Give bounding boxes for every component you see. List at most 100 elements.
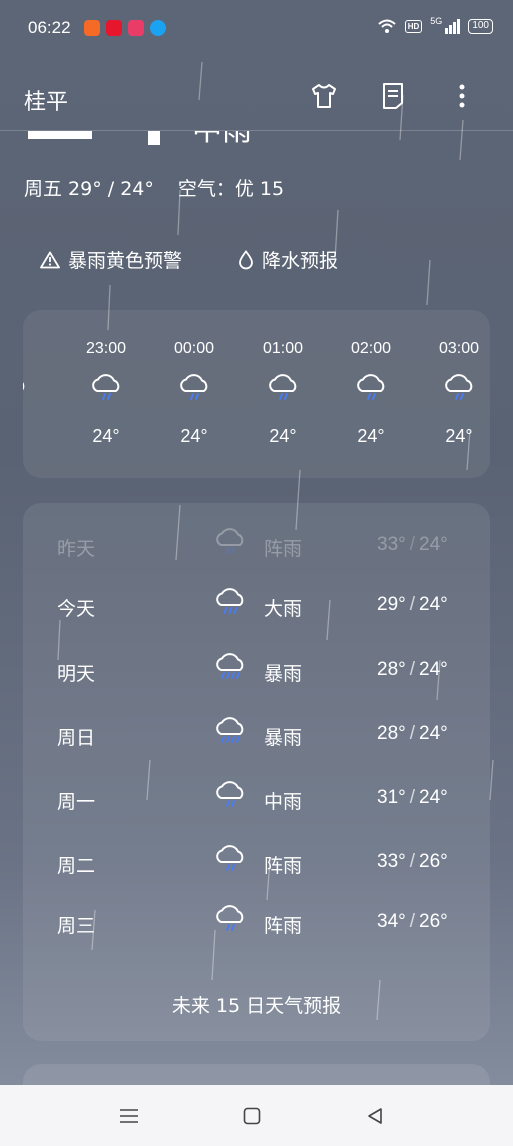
- signal-icon: [445, 19, 461, 34]
- daily-temp-range: 28°/24°: [377, 723, 448, 745]
- daily-row[interactable]: 周一 中雨 31°/24°: [23, 779, 490, 819]
- daily-row[interactable]: 明天 暴雨 28°/24°: [23, 651, 490, 691]
- daily-low: 24°: [419, 534, 448, 555]
- cloud-storm-rain-icon: [216, 717, 244, 743]
- storm-alert-label: 暴雨黄色预警: [68, 250, 183, 272]
- hd-badge: HD: [404, 19, 423, 33]
- home-nav-icon[interactable]: [237, 1101, 267, 1131]
- hourly-item[interactable]: 00:00 24°: [154, 340, 234, 447]
- daily-row[interactable]: 周二 阵雨 33°/26°: [23, 843, 490, 883]
- cloud-rain-icon: [216, 528, 244, 554]
- cloud-rain-icon: [216, 905, 244, 931]
- battery-indicator: 100: [468, 18, 493, 34]
- hourly-icon-wrap: [66, 372, 146, 412]
- cloud-rain-icon: [180, 374, 208, 400]
- cloud-rain-icon: [216, 781, 244, 807]
- daily-high: 31°: [377, 787, 406, 808]
- back-nav-icon[interactable]: [360, 1101, 390, 1131]
- today-summary: 周五 29° / 24° 空气：优 15: [24, 174, 284, 201]
- daily-temp-range: 28°/24°: [377, 659, 448, 681]
- daily-icon-wrap: [213, 779, 247, 816]
- daily-low: 24°: [419, 723, 448, 744]
- precip-forecast-label: 降水预报: [262, 250, 339, 272]
- hourly-icon-wrap: [419, 372, 490, 412]
- daily-day-name: 周一: [57, 791, 96, 813]
- hourly-item[interactable]: 00 4°: [23, 340, 51, 447]
- daily-condition: 阵雨: [264, 855, 303, 877]
- hourly-icon-wrap: [243, 372, 323, 412]
- hourly-item[interactable]: 23:00 24°: [66, 340, 146, 447]
- daily-condition: 阵雨: [264, 915, 303, 937]
- hourly-icon-wrap: [23, 372, 51, 412]
- daily-temp-range: 29°/24°: [377, 594, 448, 616]
- hourly-item[interactable]: 02:00 24°: [331, 340, 411, 447]
- daily-icon-wrap: [213, 651, 247, 688]
- weibo-app-icon: [106, 20, 122, 36]
- daily-temp-separator: /: [409, 594, 416, 615]
- daily-high: 29°: [377, 594, 406, 615]
- daily-icon-wrap: [213, 586, 247, 623]
- cloud-rain-icon: [357, 374, 385, 400]
- daily-day-name: 周三: [57, 915, 96, 937]
- daily-temp-range: 33°/26°: [377, 851, 448, 873]
- cloud-storm-rain-icon: [216, 653, 244, 679]
- daily-forecast-card: 未来 15 日天气预报 昨天 阵雨 33°/24° 今天 大雨 29°/24° 明天 暴雨 28…: [23, 503, 490, 1041]
- hourly-forecast-card[interactable]: 004°23:0024°00:0024°01:0024°02:0024°03:0…: [23, 310, 490, 478]
- daily-high: 28°: [377, 659, 406, 680]
- taobao-app-icon: [84, 20, 100, 36]
- status-time: 06:22: [28, 18, 71, 37]
- daily-temp-separator: /: [409, 534, 416, 555]
- status-app-icons: [84, 20, 166, 36]
- droplet-icon: [239, 249, 253, 269]
- cloud-heavy-rain-icon: [216, 588, 244, 614]
- today-range: 周五 29° / 24°: [24, 178, 154, 200]
- hourly-item[interactable]: 03:00 24°: [419, 340, 490, 447]
- hourly-temp: 4°: [23, 426, 51, 447]
- hourly-temp: 24°: [445, 426, 473, 446]
- air-quality[interactable]: 空气：优 15: [178, 174, 284, 201]
- daily-row[interactable]: 昨天 阵雨 33°/24°: [23, 526, 490, 566]
- daily-temp-range: 34°/26°: [377, 911, 448, 933]
- hourly-temp: 24°: [269, 426, 297, 446]
- daily-day-name: 周二: [57, 855, 96, 877]
- hourly-time: 02:00: [350, 340, 392, 357]
- daily-icon-wrap: [213, 526, 247, 563]
- cloud-rain-icon: [216, 845, 244, 871]
- current-temperature-cutoff: 中雨: [28, 131, 298, 145]
- app-header: 桂平: [0, 60, 513, 130]
- daily-row[interactable]: 周日 暴雨 28°/24°: [23, 715, 490, 755]
- cloud-rain-icon: [445, 374, 473, 400]
- cloud-rain-icon: [92, 374, 120, 400]
- daily-row[interactable]: 今天 大雨 29°/24°: [23, 586, 490, 626]
- hourly-time: 03:00: [438, 340, 480, 357]
- storm-alert-chip[interactable]: 暴雨黄色预警: [40, 246, 182, 273]
- daily-day-name: 周日: [57, 727, 96, 749]
- daily-day-name: 昨天: [57, 538, 96, 560]
- hourly-temp: 24°: [357, 426, 385, 446]
- cloud-rain-icon: [269, 374, 297, 400]
- more-vertical-icon[interactable]: [446, 80, 478, 112]
- theme-shirt-icon[interactable]: [308, 80, 340, 112]
- menu-nav-icon[interactable]: [114, 1101, 144, 1131]
- hourly-time: 23:00: [85, 340, 127, 357]
- hourly-item[interactable]: 01:00 24°: [243, 340, 323, 447]
- daily-temp-range: 33°/24°: [377, 534, 448, 556]
- city-title[interactable]: 桂平: [24, 84, 68, 116]
- daily-icon-wrap: [213, 903, 247, 940]
- hourly-time: 01:00: [262, 340, 304, 357]
- daily-temp-separator: /: [409, 851, 416, 872]
- daily-condition: 大雨: [264, 598, 303, 620]
- hourly-temp: 24°: [92, 426, 120, 446]
- status-bar: 06:22 HD 5G 100: [0, 0, 513, 60]
- daily-low: 24°: [419, 659, 448, 680]
- hourly-time: 00: [23, 340, 51, 358]
- daily-icon-wrap: [213, 843, 247, 880]
- daily-temp-range: 31°/24°: [377, 787, 448, 809]
- 15-day-forecast-link[interactable]: 未来 15 日天气预报: [23, 991, 490, 1018]
- daily-low: 24°: [419, 787, 448, 808]
- document-icon[interactable]: [377, 80, 409, 112]
- precip-forecast-chip[interactable]: 降水预报: [238, 246, 338, 273]
- cloud-rain-icon: [23, 382, 25, 391]
- daily-row[interactable]: 周三 阵雨 34°/26°: [23, 903, 490, 943]
- warning-icon: [40, 251, 60, 268]
